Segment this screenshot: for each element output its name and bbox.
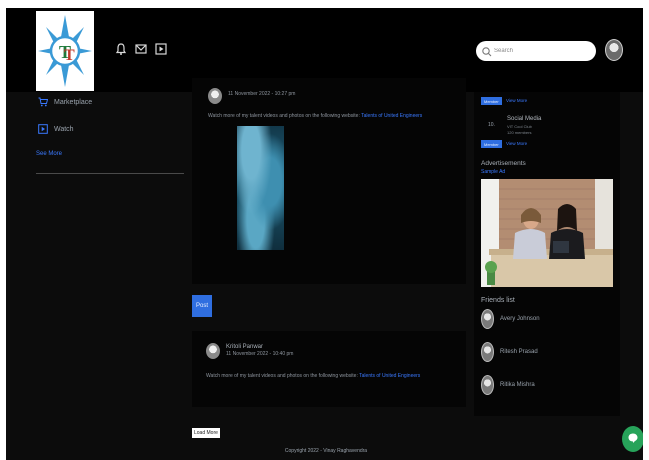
friend-item[interactable]: Avery Johnson <box>481 309 540 329</box>
sidebar-item-marketplace[interactable]: Marketplace <box>38 96 92 108</box>
group-members: 120 members <box>507 130 532 135</box>
friend-item[interactable]: Ritika Mishra <box>481 375 535 395</box>
sidebar-item-label: Marketplace <box>54 98 93 106</box>
post-timestamp: 11 November 2022 - 10:40 pm <box>226 351 294 357</box>
friends-list-title: Friends list <box>481 297 515 304</box>
cart-icon <box>38 97 49 107</box>
post-text: Watch more of my talent videos and photo… <box>208 113 423 119</box>
bell-icon[interactable] <box>114 42 128 56</box>
chat-bubble-icon <box>627 432 639 447</box>
friend-item[interactable]: Ritesh Prasad <box>481 342 538 362</box>
group-index: 10. <box>488 122 495 128</box>
group-title[interactable]: Social Media <box>507 116 541 122</box>
svg-text:T: T <box>64 47 75 64</box>
search-icon <box>481 45 493 57</box>
friend-avatar <box>481 342 494 362</box>
see-more-link[interactable]: See More <box>36 151 62 157</box>
friend-name: Ritika Mishra <box>500 382 535 388</box>
post-button[interactable]: Post <box>192 295 212 317</box>
friend-avatar <box>481 309 494 329</box>
friend-avatar <box>481 375 494 395</box>
sidebar-item-watch[interactable]: Watch <box>38 123 74 135</box>
user-avatar[interactable] <box>605 39 623 61</box>
sidebar-divider <box>36 173 184 174</box>
post-author-name[interactable]: Kritoli Panwar <box>226 344 293 351</box>
right-sidebar: Member View More 10. Social Media VIT Co… <box>474 92 620 416</box>
post-timestamp: 11 November 2022 - 10:27 pm <box>228 91 296 97</box>
mail-icon[interactable] <box>134 42 148 56</box>
post-author-avatar[interactable] <box>206 343 220 359</box>
post-card: 11 November 2022 - 10:27 pm Watch more o… <box>192 78 466 284</box>
brand-logo[interactable]: T T <box>36 11 94 91</box>
group-badge: Member <box>481 97 502 105</box>
post-text: Watch more of my talent videos and photo… <box>206 373 421 379</box>
post-image[interactable] <box>237 126 284 250</box>
load-more-button[interactable]: Load More <box>192 428 220 438</box>
ad-image[interactable] <box>481 179 613 287</box>
group-subtitle: VIT Cool Club <box>507 124 532 129</box>
ads-title: Advertisements <box>481 160 526 167</box>
video-play-icon <box>38 124 48 134</box>
video-play-icon[interactable] <box>154 42 168 56</box>
ads-link[interactable]: Sample Ad <box>481 169 505 175</box>
post-link[interactable]: Talents of United Engineers <box>359 373 420 379</box>
group-badge: Member <box>481 140 502 148</box>
post-card: Kritoli Panwar 11 November 2022 - 10:40 … <box>192 331 466 407</box>
chat-button[interactable] <box>622 426 643 452</box>
search-input[interactable] <box>494 43 590 59</box>
search-bar[interactable] <box>476 41 596 61</box>
friend-name: Ritesh Prasad <box>500 349 538 355</box>
friend-name: Avery Johnson <box>500 316 540 322</box>
group-more-link[interactable]: View More <box>506 98 527 103</box>
copyright-text: Copyright 2022 - Vinay Raghavendra <box>284 448 368 454</box>
group-more-link[interactable]: View More <box>506 141 527 146</box>
app-frame: T T Marketplace Watch <box>6 8 643 460</box>
sidebar-item-label: Watch <box>54 125 74 133</box>
post-link[interactable]: Talents of United Engineers <box>361 113 422 119</box>
post-author-avatar[interactable] <box>208 88 222 104</box>
